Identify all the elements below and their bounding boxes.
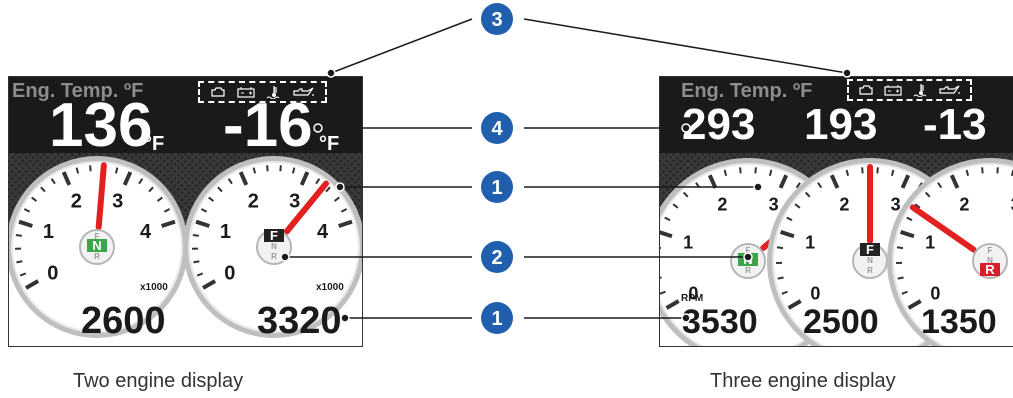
callout-marker: 2	[481, 241, 513, 273]
caption-two-engine: Two engine display	[73, 370, 244, 392]
callout-endpoint	[681, 313, 691, 323]
callout-leader-3-right	[523, 18, 848, 74]
callout-endpoint	[335, 182, 345, 192]
callout-endpoint	[842, 68, 852, 78]
callout-endpoint	[681, 123, 691, 133]
callout-number: 4	[491, 118, 503, 140]
callout-number: 2	[491, 247, 502, 269]
callout-leader-3-left	[330, 18, 473, 74]
callout-endpoint	[753, 182, 763, 192]
callout-marker: 1	[481, 302, 513, 334]
callout-marker: 4	[481, 112, 513, 144]
callout-number: 3	[491, 9, 502, 31]
callout-marker: 3	[481, 3, 513, 35]
callout-endpoint	[280, 252, 290, 262]
caption-three-engine: Three engine display	[710, 370, 896, 392]
callout-overlay: 3 4 1 2 1	[280, 3, 852, 334]
callout-number: 1	[491, 177, 502, 199]
callout-endpoint	[743, 252, 753, 262]
callout-endpoint	[340, 313, 350, 323]
callout-endpoint	[326, 68, 336, 78]
callout-number: 1	[491, 308, 502, 330]
callout-endpoint	[313, 123, 323, 133]
callout-marker: 1	[481, 171, 513, 203]
